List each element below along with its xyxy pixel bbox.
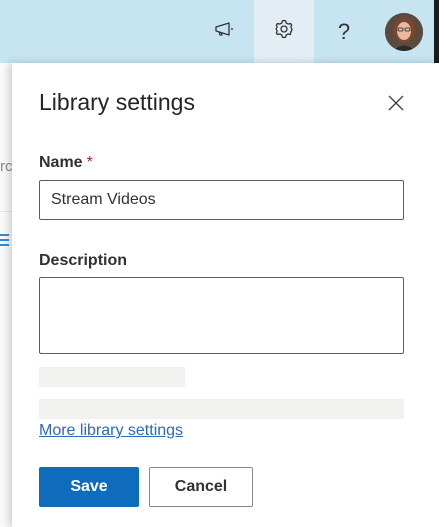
background-text: rc [0,158,13,175]
name-field[interactable] [39,180,404,220]
divider [0,211,12,212]
close-button[interactable] [386,95,406,115]
feedback-button[interactable] [194,0,254,63]
close-icon [388,95,404,116]
app-header: ? [0,0,439,63]
avatar [385,12,423,51]
cancel-button[interactable]: Cancel [149,467,253,507]
name-label-text: Name [39,154,83,171]
window-edge [434,0,439,63]
megaphone-icon [213,20,235,43]
panel-title: Library settings [39,89,195,115]
loading-placeholder [39,399,404,419]
description-label: Description [39,252,128,269]
help-icon: ? [337,18,351,44]
library-settings-panel: Library settings Name* Description More … [12,63,439,527]
save-button[interactable]: Save [39,467,139,507]
loading-placeholder [39,367,185,387]
required-indicator: * [86,154,93,171]
name-label: Name * [39,154,93,172]
menu-icon [0,234,9,236]
background-page: rc [0,63,13,527]
menu-icon-line [0,244,9,246]
account-button[interactable] [374,0,434,63]
more-library-settings-link[interactable]: More library settings [39,422,183,440]
menu-icon-line [0,239,9,241]
gear-icon [273,18,295,45]
help-button[interactable]: ? [314,0,374,63]
settings-button[interactable] [254,0,314,63]
description-field[interactable] [39,277,404,354]
